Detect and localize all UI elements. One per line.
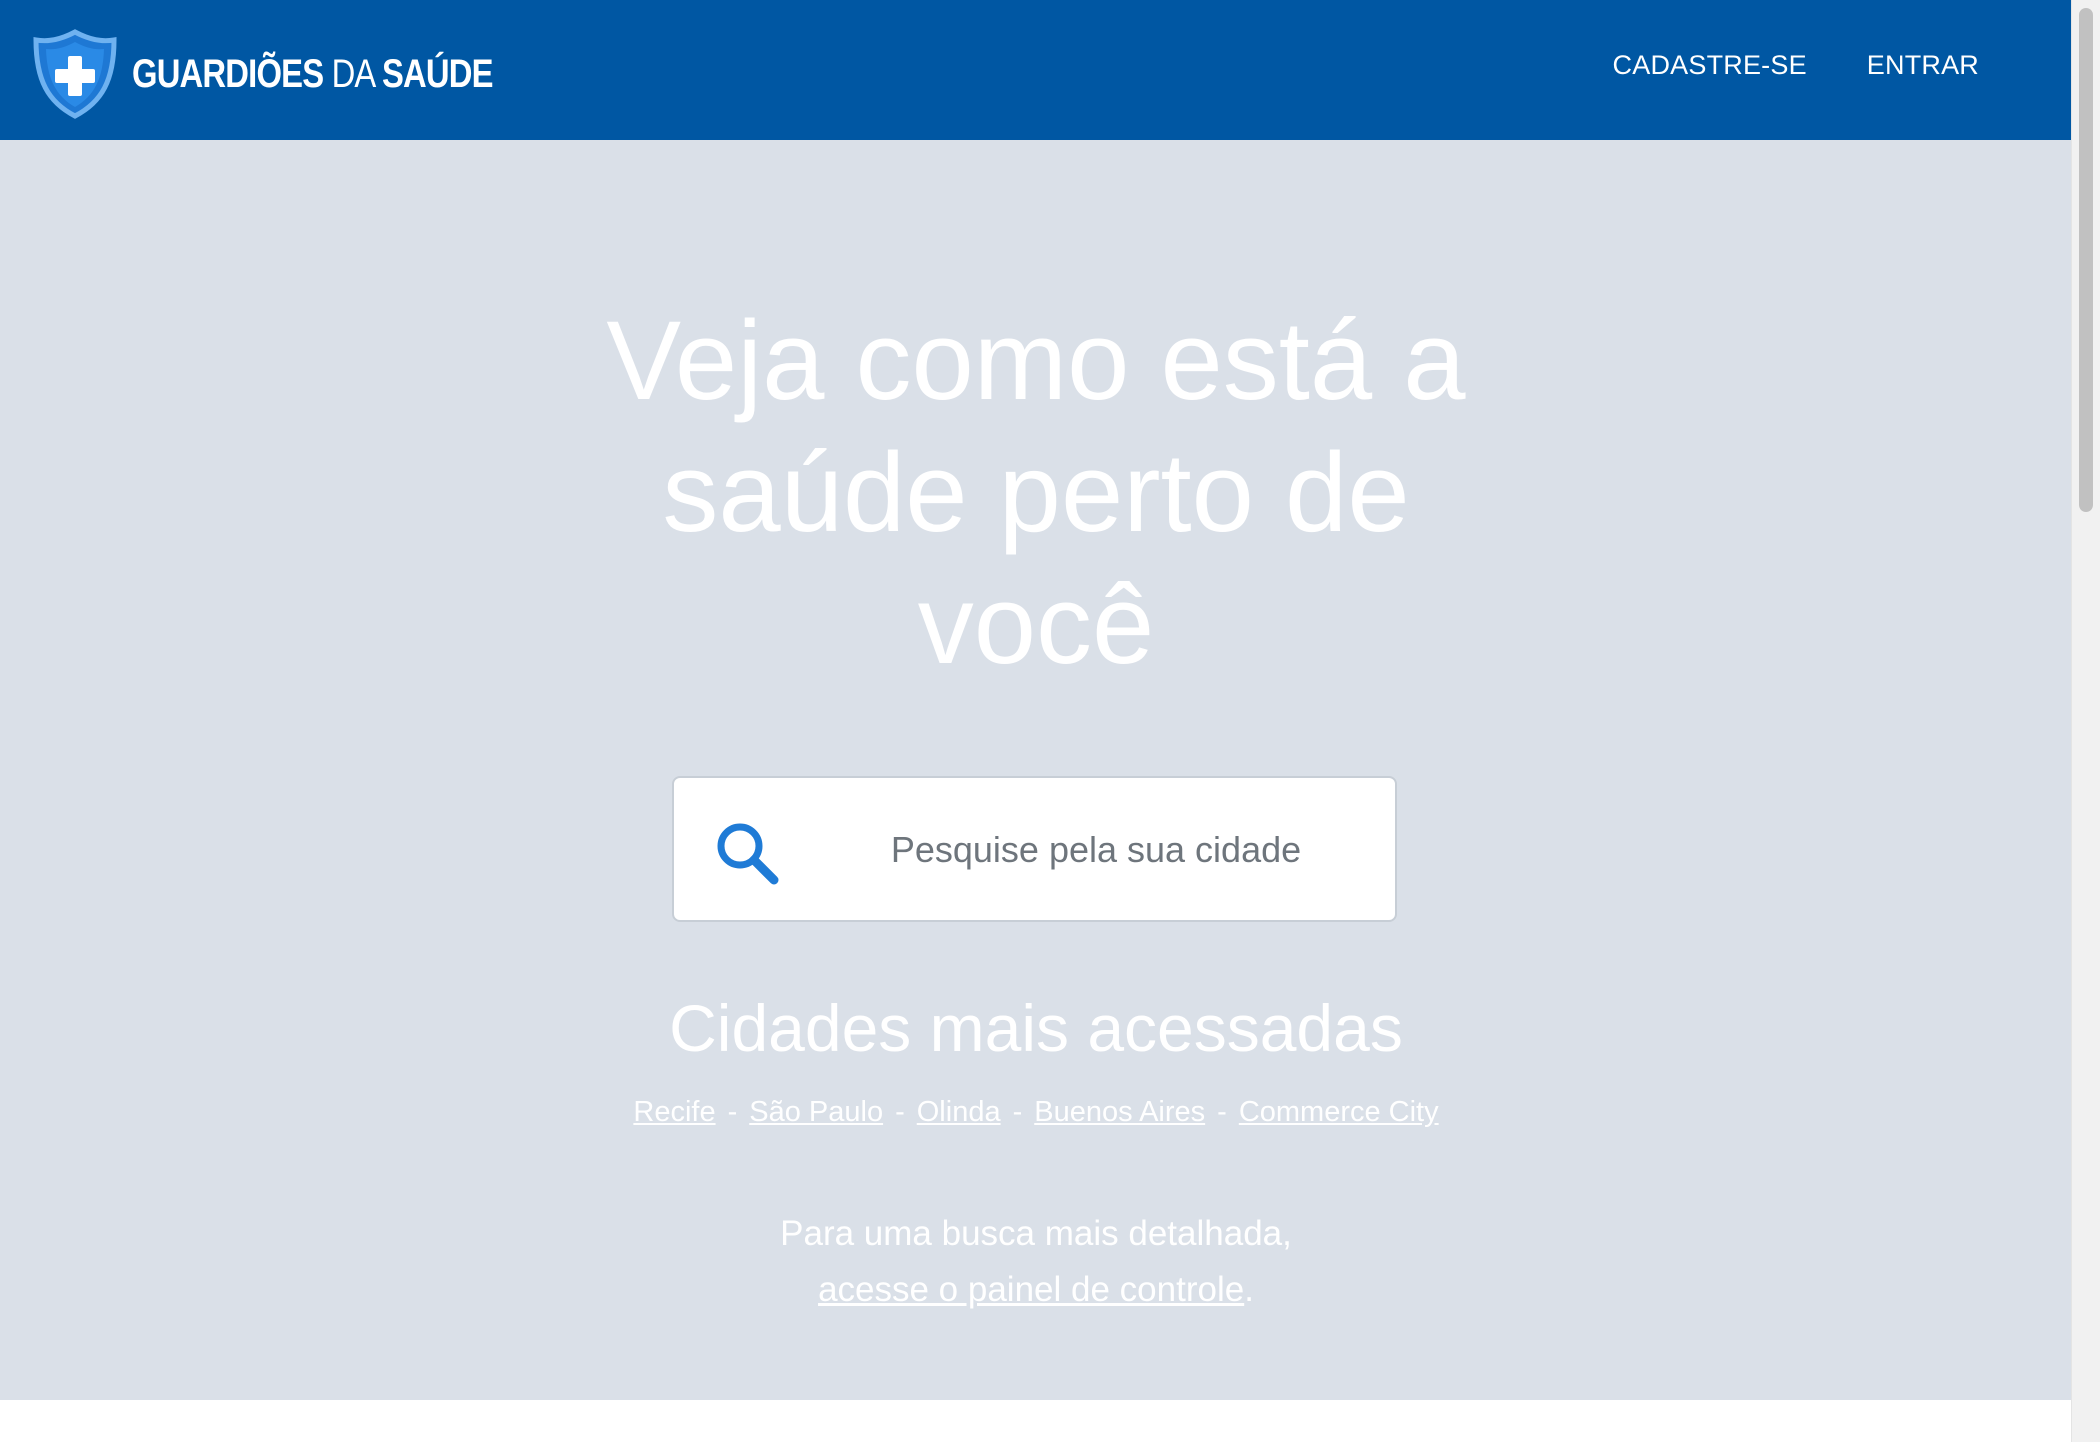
brand-name-part-1: GUARDIÕES bbox=[132, 51, 324, 96]
detailed-search-period: . bbox=[1244, 1270, 1254, 1309]
scrollbar-thumb[interactable] bbox=[2079, 8, 2093, 512]
brand-name: GUARDIÕES DA SAÚDE bbox=[132, 51, 494, 97]
shield-cross-icon bbox=[33, 29, 117, 119]
brand-name-part-2: DA bbox=[331, 51, 375, 96]
signup-link[interactable]: CADASTRE-SE bbox=[1613, 50, 1807, 81]
popular-cities-list: Recife - São Paulo - Olinda - Buenos Aires - Com… bbox=[436, 1096, 1636, 1129]
city-link-recife[interactable]: Recife bbox=[633, 1096, 715, 1128]
detailed-search-hint: Para uma busca mais detalhada, acesse o … bbox=[636, 1206, 1436, 1318]
header-nav: CADASTRE-SE ENTRAR bbox=[1613, 50, 1979, 81]
city-search-box[interactable] bbox=[672, 776, 1397, 922]
login-link[interactable]: ENTRAR bbox=[1867, 50, 1979, 81]
page: GUARDIÕES DA SAÚDE CADASTRE-SE ENTRAR Ve… bbox=[0, 0, 2100, 1442]
top-navbar: GUARDIÕES DA SAÚDE CADASTRE-SE ENTRAR bbox=[0, 0, 2071, 140]
hero-headline: Veja como está a saúde perto de você bbox=[606, 298, 1466, 687]
brand-name-part-3: SAÚDE bbox=[381, 51, 494, 96]
search-icon[interactable] bbox=[714, 820, 780, 886]
page-scrollbar[interactable] bbox=[2071, 0, 2100, 1442]
city-separator: - bbox=[895, 1096, 905, 1128]
brand-logo[interactable]: GUARDIÕES DA SAÚDE bbox=[32, 28, 572, 120]
city-link-commerce-city[interactable]: Commerce City bbox=[1239, 1096, 1439, 1128]
city-link-buenos-aires[interactable]: Buenos Aires bbox=[1034, 1096, 1205, 1128]
city-separator: - bbox=[1217, 1096, 1227, 1128]
control-panel-link[interactable]: acesse o painel de controle bbox=[818, 1270, 1244, 1309]
detailed-search-text: Para uma busca mais detalhada, bbox=[780, 1214, 1292, 1253]
hero-section: Veja como está a saúde perto de você Cid… bbox=[0, 140, 2071, 1400]
city-separator: - bbox=[727, 1096, 738, 1128]
city-link-sao-paulo[interactable]: São Paulo bbox=[749, 1096, 883, 1128]
city-link-olinda[interactable]: Olinda bbox=[917, 1096, 1001, 1128]
city-separator: - bbox=[1012, 1096, 1023, 1128]
popular-cities-title: Cidades mais acessadas bbox=[669, 991, 1403, 1065]
city-search-input[interactable] bbox=[824, 778, 1368, 922]
